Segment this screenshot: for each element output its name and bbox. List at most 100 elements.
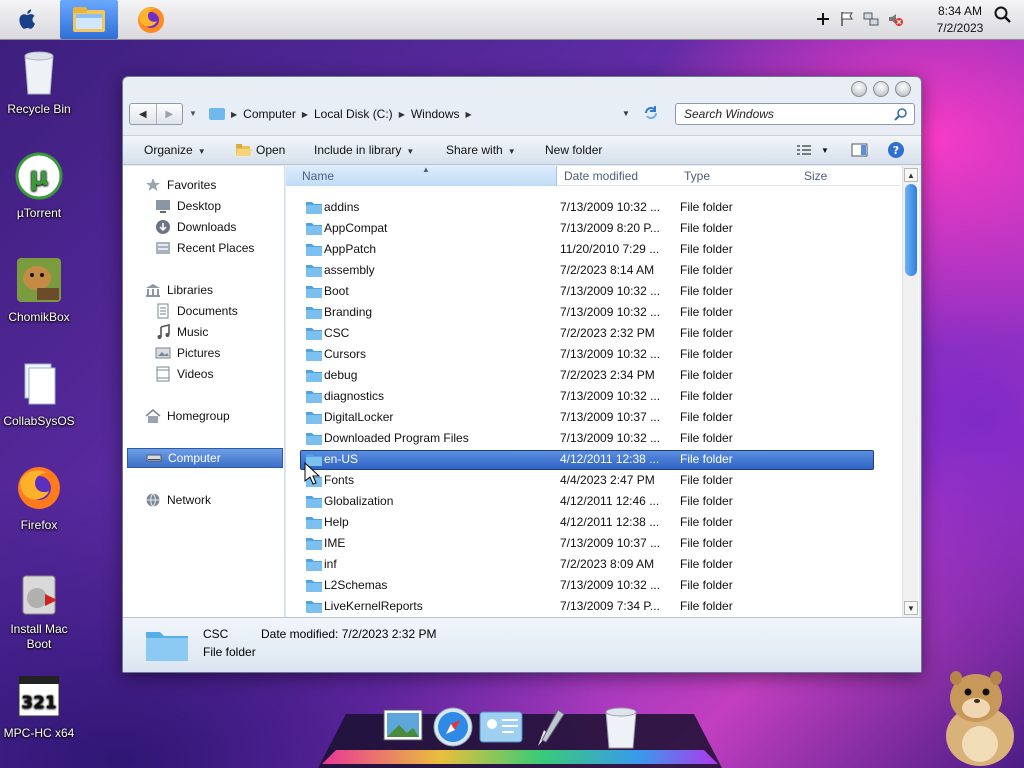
contacts-icon[interactable] bbox=[478, 708, 524, 746]
help-icon[interactable]: ? bbox=[887, 141, 905, 159]
file-date-modified: 7/2/2023 2:34 PM bbox=[560, 368, 655, 382]
firefox-icon[interactable] bbox=[134, 4, 168, 36]
file-row[interactable]: LiveKernelReports 7/13/2009 7:34 P... File… bbox=[286, 596, 900, 617]
file-row[interactable]: DigitalLocker 7/13/2009 10:37 ... File fol… bbox=[286, 407, 900, 428]
nav-libraries[interactable]: Libraries bbox=[145, 280, 213, 300]
file-type: File folder bbox=[680, 410, 733, 424]
file-row[interactable]: Cursors 7/13/2009 10:32 ... File folder bbox=[286, 344, 900, 365]
breadcrumb-local-disk[interactable]: Local Disk (C:) bbox=[314, 107, 393, 121]
nav-documents[interactable]: Documents bbox=[155, 301, 238, 321]
desktop-icon-recycle-bin[interactable]: Recycle Bin bbox=[0, 48, 78, 117]
close-button[interactable] bbox=[895, 81, 911, 97]
scroll-up-button[interactable]: ▲ bbox=[904, 168, 918, 182]
back-button[interactable]: ◀ bbox=[130, 104, 156, 124]
search-input[interactable]: Search Windows bbox=[675, 103, 915, 125]
column-header-date[interactable]: Date modified bbox=[548, 166, 668, 186]
nav-videos[interactable]: Videos bbox=[155, 364, 213, 384]
file-explorer-taskbar-button[interactable] bbox=[60, 0, 118, 39]
file-row[interactable]: AppCompat 7/13/2009 8:20 P... File folder bbox=[286, 218, 900, 239]
preview-pane-icon[interactable] bbox=[851, 142, 869, 158]
file-name: debug bbox=[324, 368, 358, 382]
file-row[interactable]: inf 7/2/2023 8:09 AM File folder bbox=[286, 554, 900, 575]
chevron-right-icon[interactable]: ▶ bbox=[399, 110, 405, 119]
file-row[interactable]: Branding 7/13/2009 10:32 ... File folder bbox=[286, 302, 900, 323]
address-bar[interactable]: ▶ Computer ▶ Local Disk (C:) ▶ Windows ▶ bbox=[205, 103, 665, 125]
column-header-size[interactable]: Size bbox=[788, 166, 888, 186]
flag-icon[interactable] bbox=[838, 10, 856, 28]
vertical-scrollbar[interactable]: ▲ ▼ bbox=[902, 166, 918, 617]
refresh-icon[interactable] bbox=[641, 104, 661, 122]
column-header-type[interactable]: Type bbox=[668, 166, 788, 186]
share-with-button[interactable]: Share with ▼ bbox=[446, 143, 516, 157]
file-row[interactable]: Help 4/12/2011 12:38 ... File folder bbox=[286, 512, 900, 533]
file-row[interactable]: Downloaded Program Files 7/13/2009 10:32 … bbox=[286, 428, 900, 449]
nav-favorites[interactable]: Favorites bbox=[145, 175, 216, 195]
desktop-icon-mpc-hc[interactable]: 321 MPC-HC x64 bbox=[0, 672, 78, 741]
file-row[interactable]: addins 7/13/2009 10:32 ... File folder bbox=[286, 197, 900, 218]
file-row[interactable]: L2Schemas 7/13/2009 10:32 ... File folder bbox=[286, 575, 900, 596]
desktop-icon-firefox[interactable]: Firefox bbox=[0, 464, 78, 533]
file-name: LiveKernelReports bbox=[324, 599, 423, 613]
file-row[interactable]: Boot 7/13/2009 10:32 ... File folder bbox=[286, 281, 900, 302]
organize-button[interactable]: Organize ▼ bbox=[144, 143, 206, 157]
desktop-icon-utorrent[interactable]: µ µTorrent bbox=[0, 152, 78, 221]
folder-icon bbox=[306, 601, 322, 613]
scrollbar-thumb[interactable] bbox=[905, 184, 917, 276]
recent-pages-dropdown[interactable]: ▼ bbox=[189, 109, 197, 118]
file-row[interactable]: debug 7/2/2023 2:34 PM File folder bbox=[286, 365, 900, 386]
volume-muted-icon[interactable] bbox=[886, 10, 904, 28]
open-button[interactable]: Open bbox=[256, 143, 285, 157]
file-row[interactable]: CSC 7/2/2023 2:32 PM File folder bbox=[286, 323, 900, 344]
nav-downloads[interactable]: Downloads bbox=[155, 217, 236, 237]
desktop-icon-collabsysos[interactable]: CollabSysOS bbox=[0, 360, 78, 429]
trash-icon[interactable] bbox=[600, 706, 642, 750]
nav-computer[interactable]: Computer bbox=[127, 448, 283, 468]
view-options-dropdown[interactable]: ▼ bbox=[821, 146, 829, 155]
address-history-dropdown[interactable]: ▼ bbox=[622, 109, 630, 118]
pen-tool-icon[interactable] bbox=[528, 706, 574, 750]
desktop-icon-chomikbox[interactable]: ChomikBox bbox=[0, 256, 78, 325]
desktop-icon-install-mac-boot[interactable]: Install Mac Boot bbox=[0, 568, 78, 652]
maximize-button[interactable] bbox=[873, 81, 889, 97]
file-name: Fonts bbox=[324, 473, 355, 487]
minimize-button[interactable] bbox=[851, 81, 867, 97]
spotlight-search-icon[interactable] bbox=[993, 5, 1013, 25]
column-header-name[interactable]: ▲ Name bbox=[286, 165, 557, 186]
file-row[interactable]: diagnostics 7/13/2009 10:32 ... File folde… bbox=[286, 386, 900, 407]
details-pane: CSC File folder Date modified: 7/2/2023 … bbox=[123, 617, 921, 672]
safari-icon[interactable] bbox=[432, 706, 474, 748]
network-icon[interactable] bbox=[862, 10, 880, 28]
file-row[interactable]: AppPatch 11/20/2010 7:29 ... File folder bbox=[286, 239, 900, 260]
new-folder-button[interactable]: New folder bbox=[545, 143, 602, 157]
file-row[interactable]: IME 7/13/2009 10:37 ... File folder bbox=[286, 533, 900, 554]
file-row[interactable]: en-US 4/12/2011 12:38 ... File folder bbox=[286, 449, 900, 470]
nav-pictures[interactable]: Pictures bbox=[155, 343, 220, 363]
menubar-clock[interactable]: 8:34 AM 7/2/2023 bbox=[930, 3, 990, 37]
breadcrumb-windows[interactable]: Windows bbox=[411, 107, 460, 121]
chevron-right-icon[interactable]: ▶ bbox=[231, 110, 237, 119]
breadcrumb-computer[interactable]: Computer bbox=[243, 107, 296, 121]
search-icon[interactable] bbox=[894, 107, 908, 121]
scroll-down-button[interactable]: ▼ bbox=[904, 601, 918, 615]
nav-recent-places-label: Recent Places bbox=[177, 241, 255, 255]
file-row[interactable]: Globalization 4/12/2011 12:46 ... File fol… bbox=[286, 491, 900, 512]
top-menubar: 8:34 AM 7/2/2023 bbox=[0, 0, 1024, 40]
view-details-icon[interactable] bbox=[795, 142, 813, 158]
folder-icon bbox=[306, 202, 322, 214]
file-row[interactable]: Fonts 4/4/2023 2:47 PM File folder bbox=[286, 470, 900, 491]
image-viewer-icon[interactable] bbox=[382, 706, 424, 748]
chevron-right-icon[interactable]: ▶ bbox=[466, 110, 472, 119]
include-in-library-button[interactable]: Include in library ▼ bbox=[314, 143, 414, 157]
nav-homegroup[interactable]: Homegroup bbox=[145, 406, 230, 426]
file-row[interactable]: assembly 7/2/2023 8:14 AM File folder bbox=[286, 260, 900, 281]
forward-button[interactable]: ▶ bbox=[155, 104, 183, 124]
nav-network[interactable]: Network bbox=[145, 490, 211, 510]
nav-recent-places[interactable]: Recent Places bbox=[155, 238, 254, 258]
apple-logo-icon[interactable] bbox=[16, 7, 40, 31]
chevron-right-icon[interactable]: ▶ bbox=[302, 110, 308, 119]
plus-icon[interactable] bbox=[814, 10, 832, 28]
folder-icon bbox=[306, 412, 322, 424]
file-name: AppPatch bbox=[324, 242, 377, 256]
nav-desktop[interactable]: Desktop bbox=[155, 196, 221, 216]
nav-music[interactable]: Music bbox=[155, 322, 208, 342]
